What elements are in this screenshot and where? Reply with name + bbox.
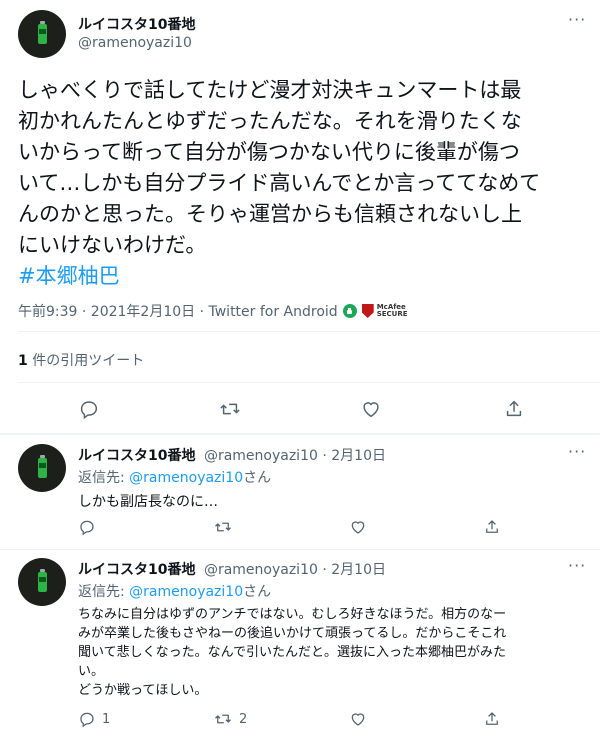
like-button[interactable] [360,398,382,420]
reply-icon [80,520,94,536]
retweet-icon [215,714,231,724]
author-handle[interactable]: @ramenoyazi10 [204,448,318,464]
like-button[interactable] [349,518,373,536]
retweet-button[interactable] [213,518,239,536]
mcafee-secure-badge: McAfee SECURE [361,304,408,318]
hashtag-link[interactable]: #本郷柚巴 [18,261,588,292]
heart-icon [363,402,379,418]
more-icon[interactable]: ··· [568,442,586,461]
replying-to-handle[interactable]: @ramenoyazi10 [129,584,243,600]
avatar[interactable] [18,10,66,58]
avatar-image [37,21,47,44]
tweet-text-line: にいけないわけだ。 [18,233,207,257]
quote-label: 件の引用ツイート [27,353,145,369]
tweet-text-line: んのかと思った。そりゃ運営からも信頼されないし上 [18,202,522,226]
more-icon[interactable]: ··· [568,556,586,575]
quote-tweets-link[interactable]: 1 件の引用ツイート [18,350,144,370]
reply-text-line: 聞いて悲しくなった。なんで引いたんだと。選抜に入った本郷柚巴がみた [78,645,506,660]
replying-to-prefix: 返信先: [78,470,130,486]
author-name[interactable]: ルイコスタ10番地 [78,562,195,578]
timestamp[interactable]: 午前9:39 · 2021年2月10日 · Twitter for Androi… [18,301,338,321]
reply-date[interactable]: 2月10日 [331,448,386,464]
reply-text-line: どうか戦ってほしい。 [78,683,208,698]
mcafee-shield-icon [361,304,374,318]
retweet-count: 2 [239,711,248,727]
avatar[interactable] [18,558,66,606]
replying-to-handle[interactable]: @ramenoyazi10 [129,470,243,486]
retweet-icon [215,522,231,532]
avatar-image [37,455,47,478]
reply-date[interactable]: 2月10日 [331,562,386,578]
tweet-text-line: しゃべくりで話してたけど漫才対決キュンマートは最 [18,78,522,102]
share-icon [506,400,522,417]
divider [18,382,600,383]
share-icon [486,712,498,725]
heart-icon [351,521,365,534]
divider [18,331,600,332]
reply-button[interactable]: 1 [78,710,110,728]
separator-dot: · [322,562,327,578]
avatar[interactable] [18,444,66,492]
reply-text-line: い。 [78,664,105,679]
reply-icon [80,712,94,728]
share-button[interactable] [483,518,501,536]
reply-text-line: みが卒業した後もさやねーの後追いかけて頑張ってるし。だからこそこれ [78,626,507,641]
security-lock-icon [342,304,357,318]
replying-to: 返信先: @ramenoyazi10さん [78,581,271,601]
reply-text: ちなみに自分はゆずのアンチではない。むしろ好きなほうだ。相方のなー みが卒業した… [78,605,593,700]
reply-text-line: しかも副店長なのに… [78,494,218,510]
tweet-text-line: いからって断って自分が傷つかない代りに後輩が傷つ [18,140,520,164]
reply-header: ルイコスタ10番地 @ramenoyazi10 · 2月10日 [78,559,386,579]
tweet-metadata: 午前9:39 · 2021年2月10日 · Twitter for Androi… [18,301,408,321]
mcafee-label: McAfee SECURE [377,304,408,318]
avatar-image [37,569,47,592]
tweet-text-line: いて…しかも自分プライド高いんでとか言っててなめて [18,171,541,195]
author-handle[interactable]: @ramenoyazi10 [204,562,318,578]
share-button[interactable] [503,398,525,420]
reply-button[interactable] [78,398,100,420]
reply-count: 1 [102,711,111,727]
more-icon[interactable]: ··· [568,10,586,29]
divider [0,549,600,550]
retweet-button[interactable]: 2 [213,710,247,728]
retweet-button[interactable] [218,398,242,420]
reply-button[interactable] [78,518,102,536]
replying-to-suffix: さん [243,470,272,486]
share-button[interactable] [483,710,501,728]
author-name[interactable]: ルイコスタ10番地 [78,448,195,464]
divider [0,433,600,435]
reply-header: ルイコスタ10番地 @ramenoyazi10 · 2月10日 [78,445,386,465]
replying-to-suffix: さん [243,584,272,600]
mcafee-line2: SECURE [376,310,408,318]
author-name[interactable]: ルイコスタ10番地 [78,14,195,34]
replying-to-prefix: 返信先: [78,584,130,600]
reply-text: しかも副店長なのに… [78,492,218,512]
replying-to: 返信先: @ramenoyazi10さん [78,467,271,487]
share-icon [486,520,498,533]
quote-count: 1 [18,353,28,369]
reply-icon [80,401,98,420]
like-button[interactable] [349,710,373,728]
retweet-icon [220,403,240,415]
separator-dot: · [322,448,327,464]
tweet-text: しゃべくりで話してたけど漫才対決キュンマートは最 初かれんたんとゆずだったんだな… [18,75,588,292]
heart-icon [351,713,365,726]
tweet-text-line: 初かれんたんとゆずだったんだな。それを滑りたくな [18,109,522,133]
author-handle[interactable]: @ramenoyazi10 [78,35,192,51]
reply-text-line: ちなみに自分はゆずのアンチではない。むしろ好きなほうだ。相方のなー [78,607,507,622]
